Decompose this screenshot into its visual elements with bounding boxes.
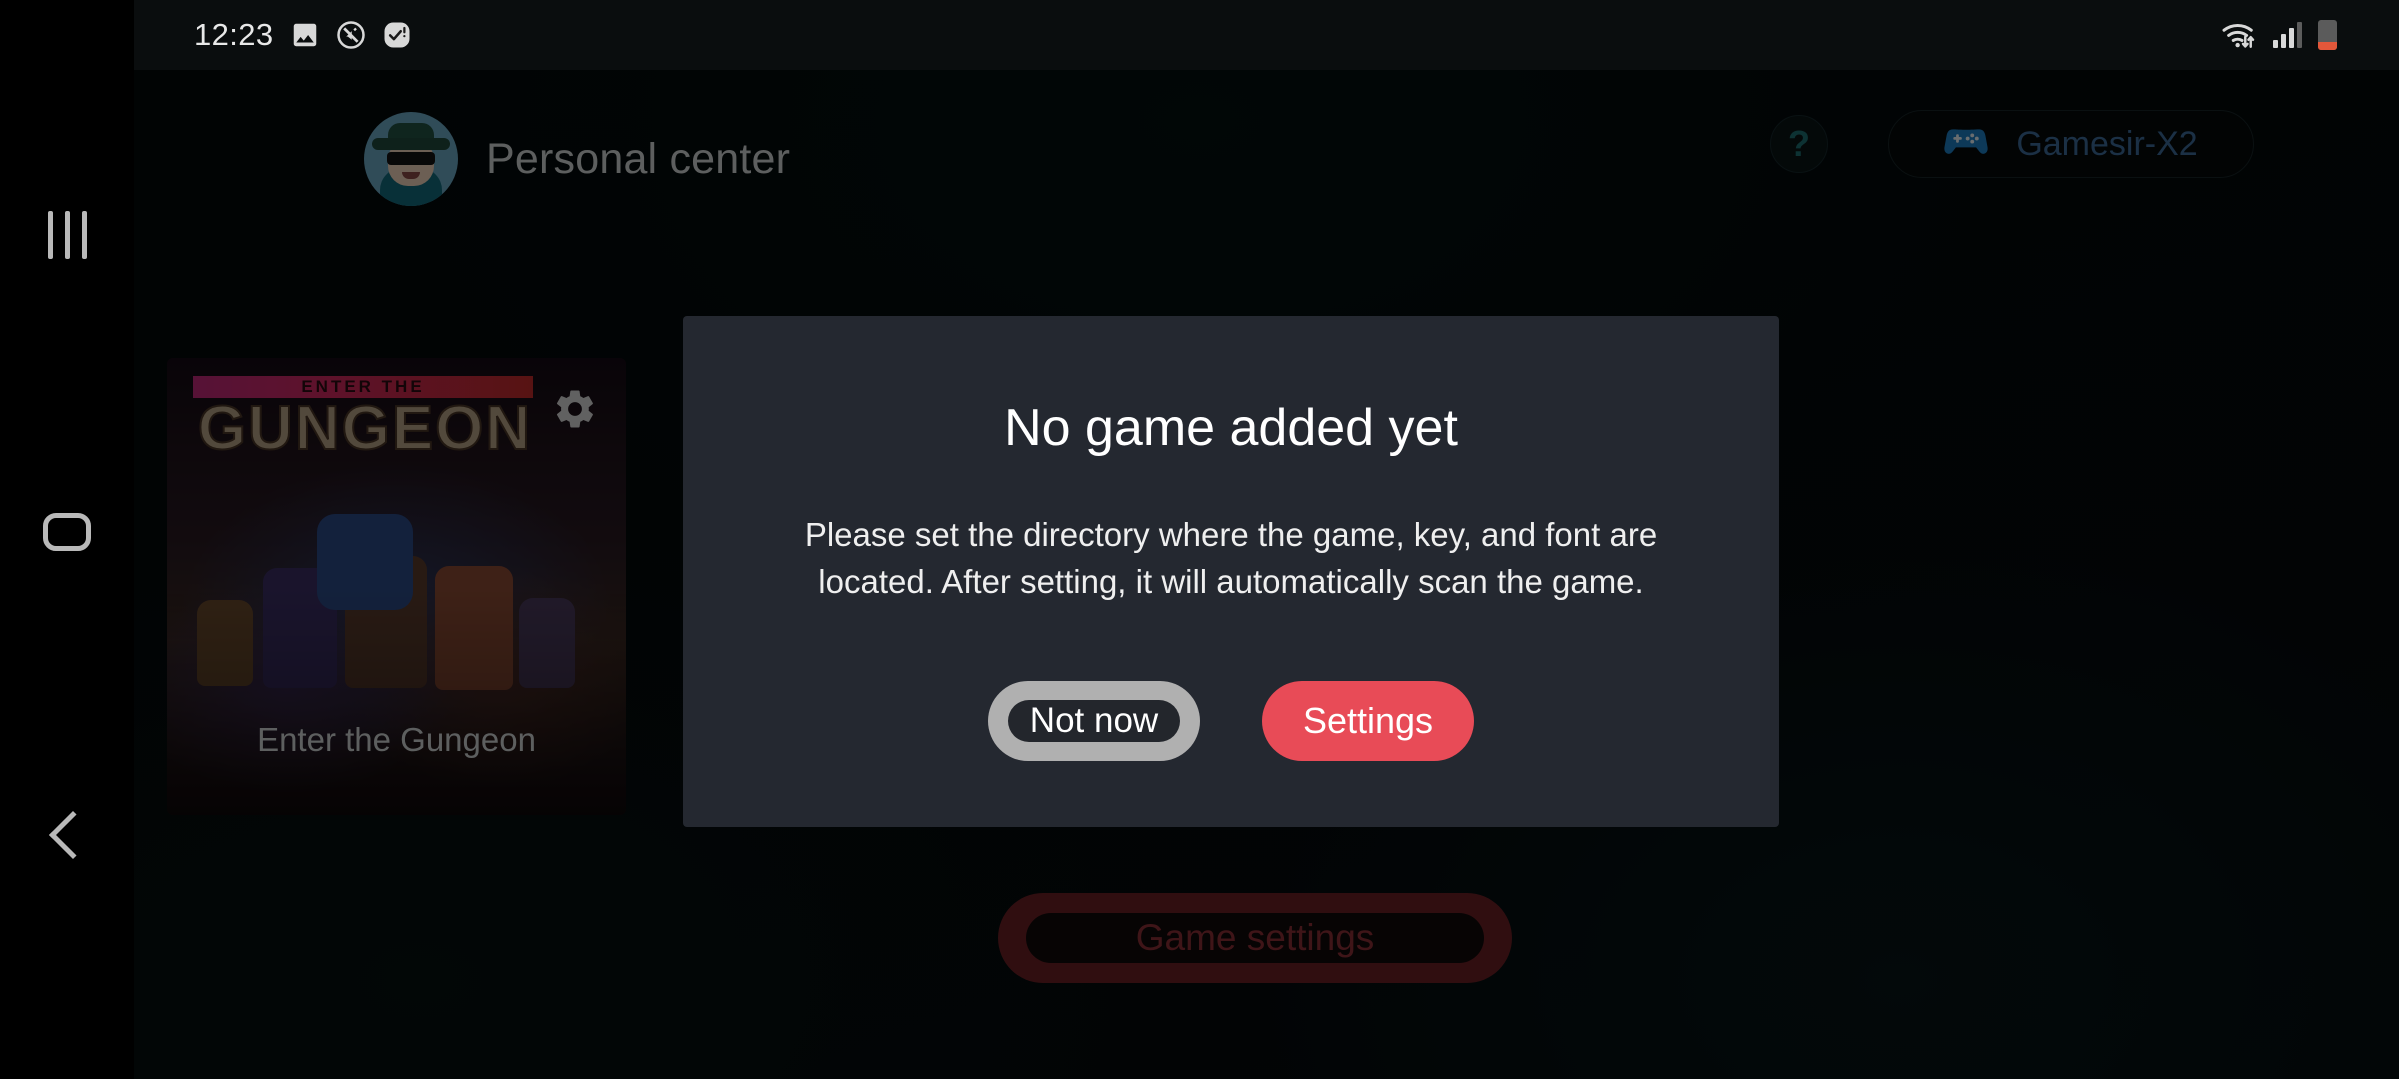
back-glyph (48, 810, 98, 860)
wifi-transfer-icon (2221, 20, 2257, 50)
status-bar-left: 12:23 (194, 0, 412, 70)
no-game-dialog: No game added yet Please set the directo… (683, 316, 1779, 827)
battery-fill (2318, 42, 2337, 50)
clock: 12:23 (194, 17, 274, 52)
recents-icon[interactable] (0, 190, 134, 280)
settings-label: Settings (1302, 700, 1434, 741)
status-bar: 12:23 (134, 0, 2399, 70)
home-glyph (43, 513, 91, 551)
not-now-button[interactable]: Not now (988, 681, 1200, 761)
back-icon[interactable] (0, 790, 134, 880)
not-now-label: Not now (1029, 701, 1159, 740)
android-nav-bar (0, 0, 134, 1079)
dialog-title: No game added yet (1004, 399, 1458, 457)
settings-button[interactable]: Settings (1262, 681, 1474, 761)
home-icon[interactable] (0, 487, 134, 577)
app-screen: ENTER THE GUNGEON Enter the Gungeon Game… (0, 0, 2399, 1079)
dialog-actions: Not now Settings (683, 681, 1779, 761)
check-badge-icon (382, 20, 412, 50)
recents-glyph (47, 211, 87, 259)
no-sound-icon (336, 20, 366, 50)
status-bar-right (2221, 0, 2337, 70)
dialog-body-text: Please set the directory where the game,… (804, 516, 1658, 600)
battery-low-icon (2318, 20, 2337, 50)
image-icon (290, 20, 320, 50)
cellular-signal-icon (2273, 22, 2302, 48)
not-now-inner-pill: Not now (1008, 700, 1180, 742)
